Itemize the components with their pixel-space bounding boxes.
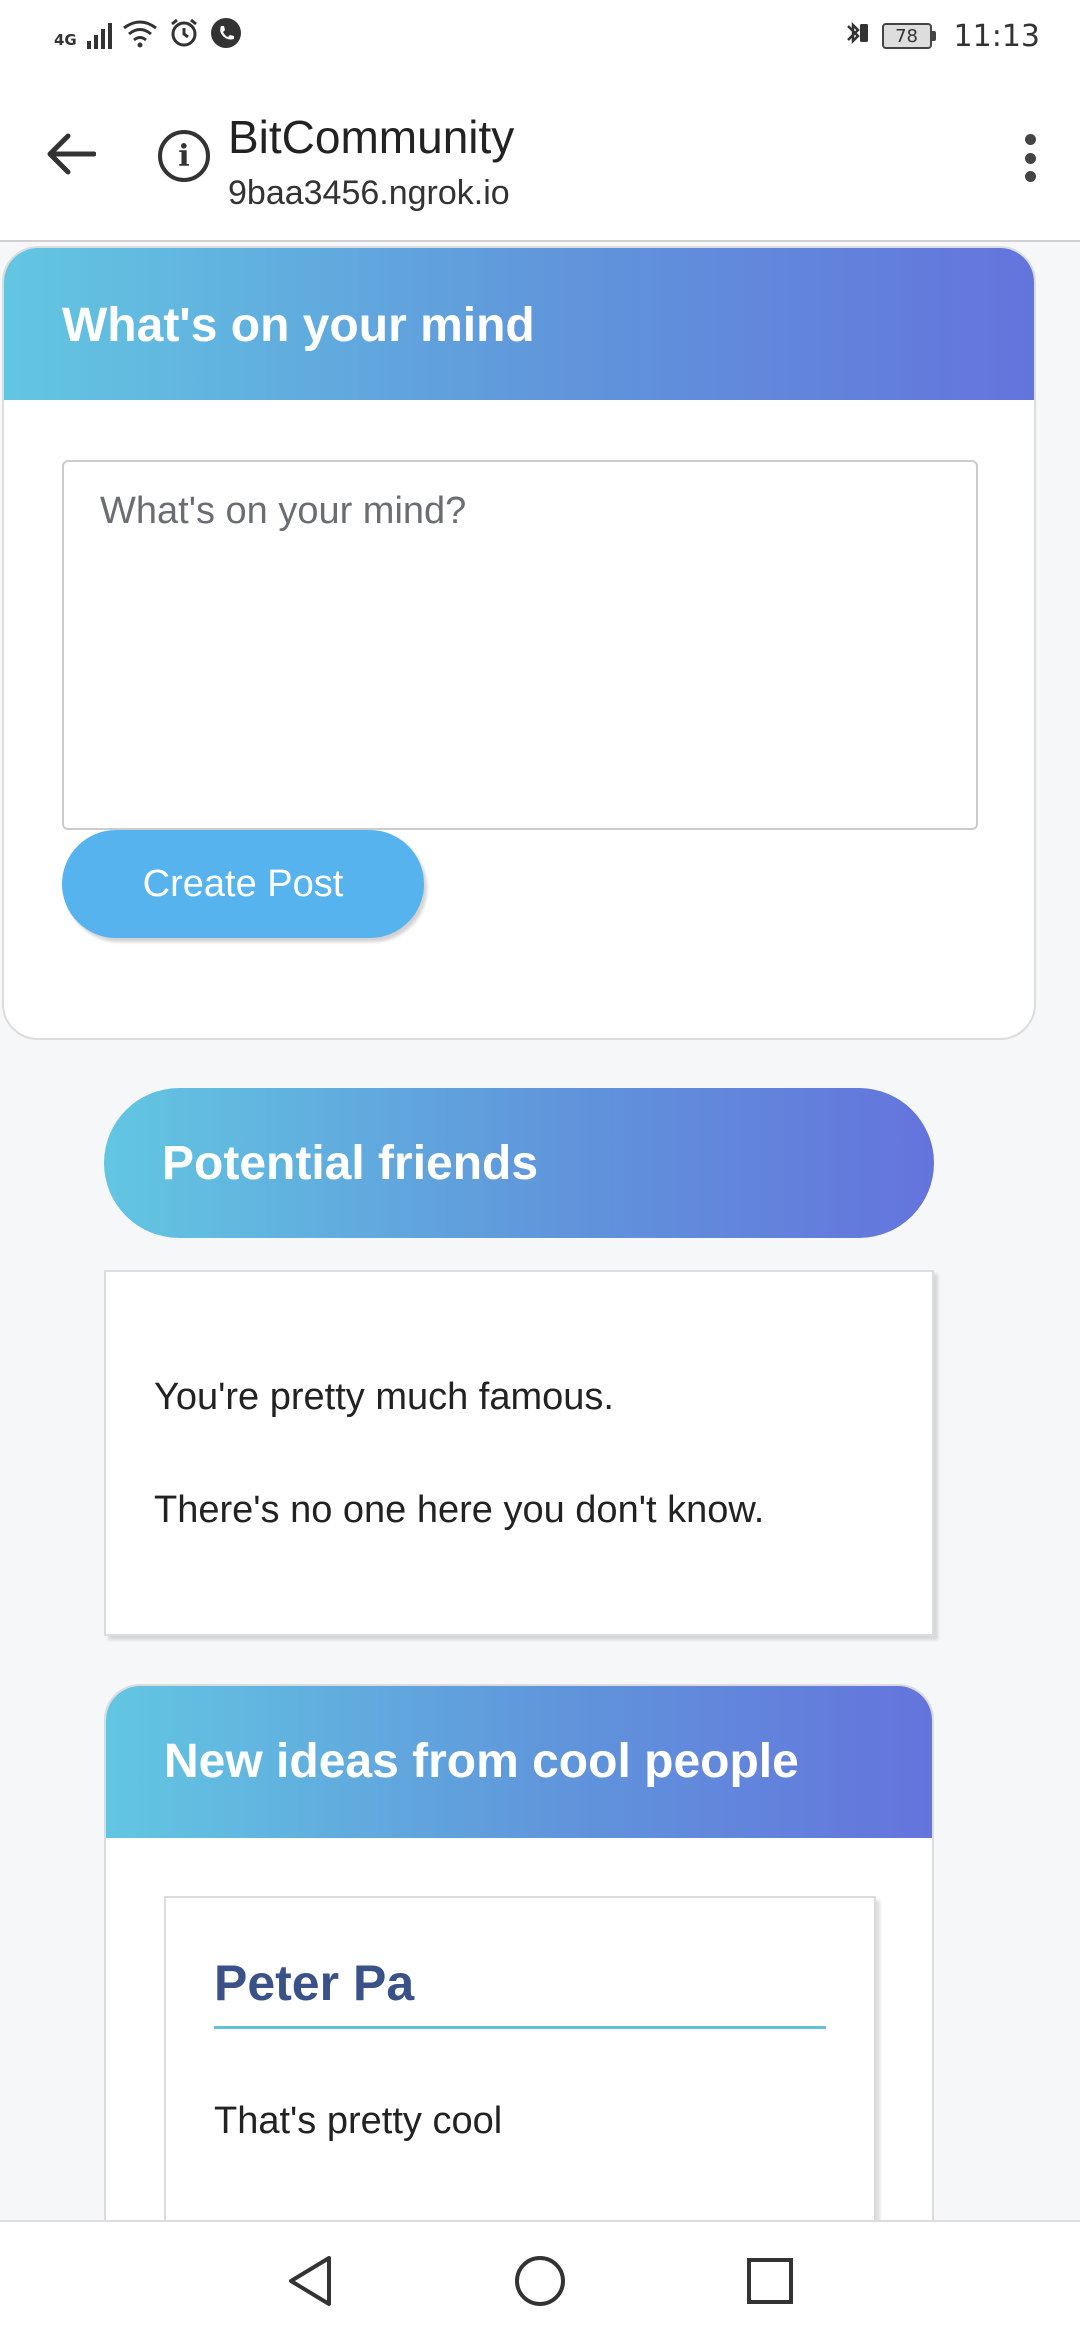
info-icon[interactable]: i: [158, 130, 210, 182]
friends-message-1: You're pretty much famous.: [154, 1376, 614, 1418]
create-post-header: What's on your mind: [4, 248, 1034, 400]
new-ideas-header: New ideas from cool people: [106, 1686, 932, 1838]
battery-level: 78: [881, 23, 932, 49]
browser-app-bar: i BitCommunity 9baa3456.ngrok.io: [0, 72, 1080, 242]
friends-message-2: There's no one here you don't know.: [154, 1489, 765, 1531]
signal-icon: [86, 23, 112, 49]
nav-back-button[interactable]: [280, 2251, 340, 2311]
arrow-left-icon: [47, 133, 96, 175]
system-nav-bar: [0, 2220, 1080, 2340]
potential-friends-box: You're pretty much famous. There's no on…: [104, 1270, 934, 1636]
create-post-card: What's on your mind Create Post: [2, 246, 1036, 1040]
alarm-icon: [168, 17, 200, 55]
triangle-back-icon: [289, 2256, 331, 2306]
status-left: 4G: [54, 17, 242, 55]
dot-icon: [1024, 152, 1036, 164]
status-bar: 4G 78 11:13: [0, 0, 1080, 72]
dot-icon: [1024, 134, 1036, 145]
status-right: 78 11:13: [842, 18, 1040, 54]
post-input[interactable]: [62, 460, 978, 830]
nav-recents-button[interactable]: [740, 2251, 800, 2311]
network-type: 4G: [54, 31, 77, 49]
vibrate-icon: [842, 18, 872, 54]
square-recents-icon: [747, 2258, 793, 2304]
create-post-button[interactable]: Create Post: [62, 830, 424, 938]
phone-call-icon: [210, 17, 242, 55]
back-button[interactable]: [40, 124, 100, 184]
site-title: BitCommunity: [228, 111, 515, 163]
battery-icon: 78: [881, 23, 936, 49]
more-options-button[interactable]: [1010, 128, 1050, 188]
dot-icon: [1024, 171, 1036, 182]
post-author[interactable]: Peter Pa: [214, 1954, 826, 2029]
circle-home-icon: [515, 2256, 565, 2306]
wifi-icon: [122, 18, 158, 54]
site-url[interactable]: 9baa3456.ngrok.io: [228, 174, 510, 213]
clock: 11:13: [953, 18, 1040, 54]
nav-home-button[interactable]: [510, 2251, 570, 2311]
potential-friends-header: Potential friends: [104, 1088, 934, 1238]
post-text: That's pretty cool: [214, 2100, 503, 2142]
